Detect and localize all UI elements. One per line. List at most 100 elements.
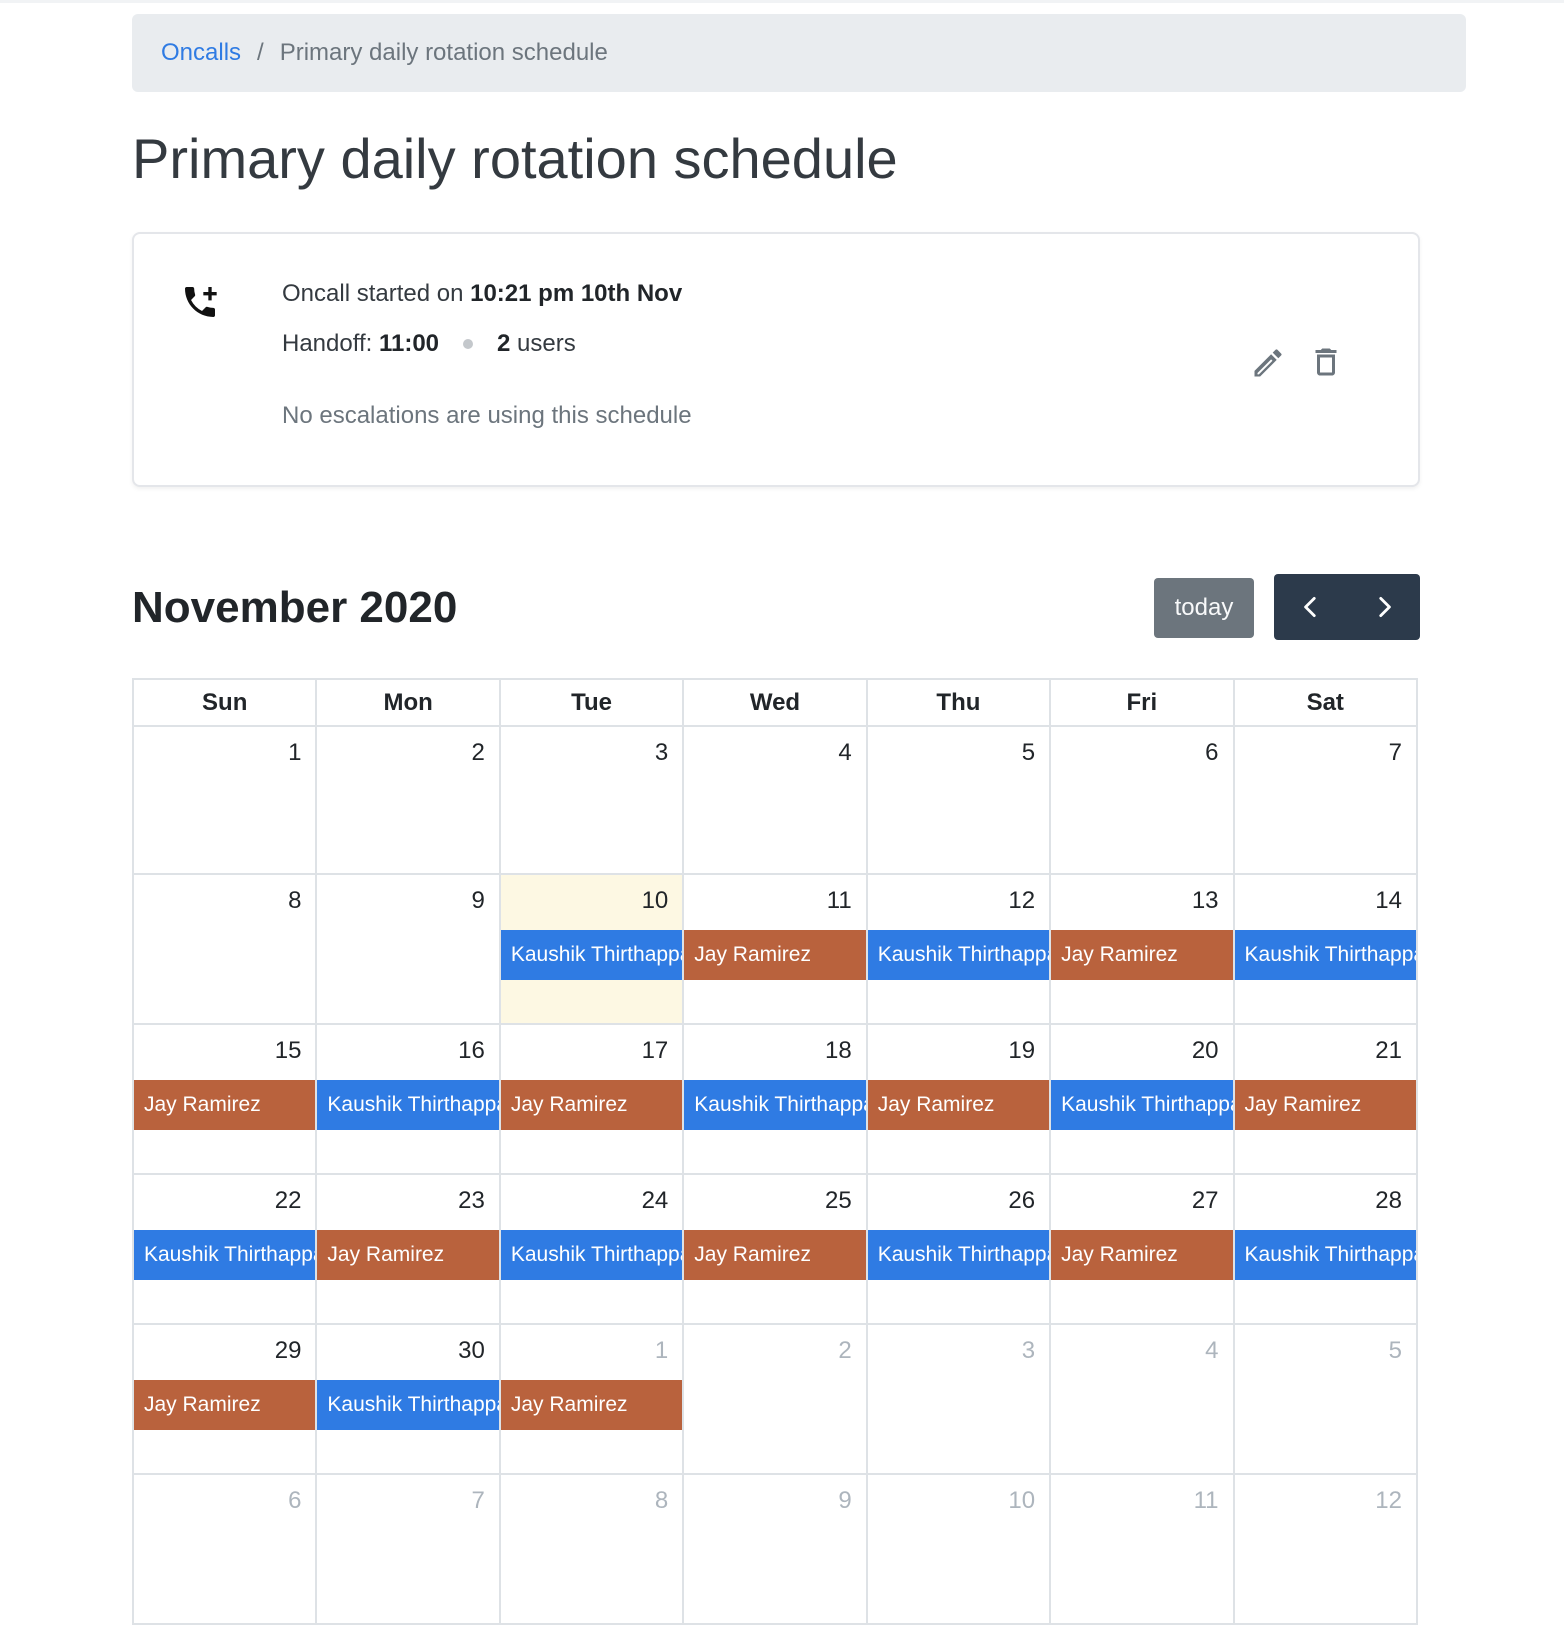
today-button[interactable]: today: [1154, 578, 1254, 638]
oncall-event[interactable]: Kaushik Thirthappa: [134, 1230, 316, 1280]
calendar-body: 1 2 3 4 5 6 7 8 9 10 Kaushik Thirthappa 11 Jay Ramir…: [131, 725, 1419, 1625]
calendar-day-cell[interactable]: 9: [682, 1473, 868, 1625]
calendar-day-cell[interactable]: 12 Kaushik Thirthappa: [865, 873, 1052, 1025]
oncall-event[interactable]: Jay Ramirez: [500, 1380, 683, 1430]
calendar-day-cell[interactable]: 13 Jay Ramirez: [1049, 873, 1235, 1025]
day-number: 16: [458, 1037, 485, 1064]
day-number: 6: [288, 1487, 302, 1514]
calendar-day-cell[interactable]: 22 Kaushik Thirthappa: [131, 1173, 318, 1325]
calendar-day-cell[interactable]: 11: [1049, 1473, 1235, 1625]
oncall-event[interactable]: Kaushik Thirthappa: [500, 930, 683, 980]
oncall-event[interactable]: Kaushik Thirthappa: [867, 1230, 1050, 1280]
calendar-day-cell[interactable]: 29 Jay Ramirez: [131, 1323, 318, 1475]
calendar-day-cell[interactable]: 9: [315, 873, 501, 1025]
calendar-day-cell[interactable]: 8: [131, 873, 318, 1025]
day-number: 28: [1375, 1187, 1402, 1214]
chevron-right-icon: [1378, 596, 1391, 618]
calendar-day-cell[interactable]: 3: [498, 725, 685, 875]
oncall-event[interactable]: Kaushik Thirthappa: [867, 930, 1050, 980]
day-number: 24: [641, 1187, 669, 1214]
calendar-day-cell[interactable]: 8: [498, 1473, 685, 1625]
day-number: 26: [1008, 1187, 1036, 1214]
oncall-event[interactable]: Kaushik Thirthappa: [317, 1080, 499, 1130]
day-number: 18: [824, 1037, 852, 1064]
oncall-event[interactable]: Kaushik Thirthappa: [684, 1080, 866, 1130]
pencil-icon[interactable]: [1250, 345, 1286, 381]
calendar-day-cell[interactable]: 23 Jay Ramirez: [315, 1173, 501, 1325]
calendar-day-cell[interactable]: 4: [1049, 1323, 1235, 1475]
calendar-day-cell[interactable]: 25 Jay Ramirez: [682, 1173, 868, 1325]
handoff-label: Handoff:: [282, 330, 373, 357]
handoff-value: 11:00: [378, 330, 440, 357]
day-number: 25: [824, 1187, 852, 1214]
oncall-event[interactable]: Jay Ramirez: [500, 1080, 683, 1130]
oncall-started-text: Oncall started on 10:21 pm 10th Nov: [282, 280, 682, 308]
calendar-day-cell[interactable]: 18 Kaushik Thirthappa: [682, 1023, 868, 1175]
oncall-event[interactable]: Kaushik Thirthappa: [500, 1230, 683, 1280]
next-month-button[interactable]: [1347, 574, 1420, 640]
calendar-day-cell[interactable]: 12: [1232, 1473, 1419, 1625]
calendar-day-cell[interactable]: 7: [1232, 725, 1419, 875]
oncall-event[interactable]: Kaushik Thirthappa: [1234, 1230, 1416, 1280]
day-number: 3: [1021, 1337, 1036, 1364]
calendar-day-cell[interactable]: 24 Kaushik Thirthappa: [498, 1173, 685, 1325]
day-number: 11: [1193, 1487, 1219, 1514]
oncall-event[interactable]: Jay Ramirez: [317, 1230, 499, 1280]
top-divider: [0, 0, 1564, 3]
calendar-day-cell[interactable]: 28 Kaushik Thirthappa: [1232, 1173, 1419, 1325]
calendar-day-cell[interactable]: 14 Kaushik Thirthappa: [1232, 873, 1419, 1025]
calendar-day-cell[interactable]: 26 Kaushik Thirthappa: [865, 1173, 1052, 1325]
oncall-event[interactable]: Jay Ramirez: [134, 1380, 316, 1430]
weekday-header: Wed: [682, 678, 868, 727]
calendar-day-cell[interactable]: 16 Kaushik Thirthappa: [315, 1023, 501, 1175]
calendar-day-cell[interactable]: 6: [1049, 725, 1235, 875]
oncall-event[interactable]: Jay Ramirez: [867, 1080, 1050, 1130]
oncall-event[interactable]: Kaushik Thirthappa: [1051, 1080, 1233, 1130]
oncall-event[interactable]: Jay Ramirez: [684, 1230, 866, 1280]
started-value: 10:21 pm 10th Nov: [470, 280, 683, 307]
calendar-day-cell[interactable]: 10 Kaushik Thirthappa: [498, 873, 685, 1025]
weekday-header: Sun: [131, 678, 318, 727]
calendar-day-cell[interactable]: 5: [1232, 1323, 1419, 1475]
day-number: 17: [641, 1037, 669, 1064]
oncall-event[interactable]: Jay Ramirez: [1234, 1080, 1416, 1130]
calendar-day-cell[interactable]: 5: [865, 725, 1052, 875]
oncall-event[interactable]: Kaushik Thirthappa: [317, 1380, 499, 1430]
calendar-day-cell[interactable]: 15 Jay Ramirez: [131, 1023, 318, 1175]
weekday-header: Fri: [1049, 678, 1235, 727]
calendar-week-row: 1 2 3 4 5 6 7: [131, 725, 1419, 875]
calendar-day-cell[interactable]: 10: [865, 1473, 1052, 1625]
calendar-day-cell[interactable]: 2: [682, 1323, 868, 1475]
calendar-week-row: 8 9 10 Kaushik Thirthappa 11 Jay Ramirez 12 Kau…: [131, 873, 1419, 1025]
calendar-day-cell[interactable]: 11 Jay Ramirez: [682, 873, 868, 1025]
day-number: 3: [654, 739, 669, 766]
calendar-day-cell[interactable]: 1: [131, 725, 318, 875]
calendar-day-cell[interactable]: 30 Kaushik Thirthappa: [315, 1323, 501, 1475]
calendar-week-row: 22 Kaushik Thirthappa 23 Jay Ramirez 24 Kaush…: [131, 1173, 1419, 1325]
oncall-event[interactable]: Jay Ramirez: [1051, 1230, 1233, 1280]
trash-icon[interactable]: [1308, 343, 1344, 381]
calendar-day-cell[interactable]: 21 Jay Ramirez: [1232, 1023, 1419, 1175]
calendar-day-cell[interactable]: 4: [682, 725, 868, 875]
calendar-month-title: November 2020: [132, 583, 458, 632]
day-number: 12: [1375, 1487, 1402, 1514]
calendar-day-cell[interactable]: 1 Jay Ramirez: [498, 1323, 685, 1475]
calendar-day-cell[interactable]: 3: [865, 1323, 1052, 1475]
calendar-day-cell[interactable]: 20 Kaushik Thirthappa: [1049, 1023, 1235, 1175]
prev-month-button[interactable]: [1274, 574, 1347, 640]
weekday-header-row: Sun Mon Tue Wed Thu Fri Sat: [131, 678, 1419, 727]
day-number: 10: [641, 887, 669, 914]
calendar-day-cell[interactable]: 17 Jay Ramirez: [498, 1023, 685, 1175]
calendar-day-cell[interactable]: 7: [315, 1473, 501, 1625]
calendar-day-cell[interactable]: 2: [315, 725, 501, 875]
calendar-day-cell[interactable]: 27 Jay Ramirez: [1049, 1173, 1235, 1325]
day-number: 22: [274, 1187, 302, 1214]
oncall-event[interactable]: Kaushik Thirthappa: [1234, 930, 1416, 980]
calendar-day-cell[interactable]: 6: [131, 1473, 318, 1625]
oncall-event[interactable]: Jay Ramirez: [684, 930, 866, 980]
oncall-event[interactable]: Jay Ramirez: [134, 1080, 316, 1130]
breadcrumb-oncalls-link[interactable]: Oncalls: [161, 39, 241, 67]
calendar-day-cell[interactable]: 19 Jay Ramirez: [865, 1023, 1052, 1175]
chevron-left-icon: [1303, 596, 1316, 618]
oncall-event[interactable]: Jay Ramirez: [1051, 930, 1233, 980]
